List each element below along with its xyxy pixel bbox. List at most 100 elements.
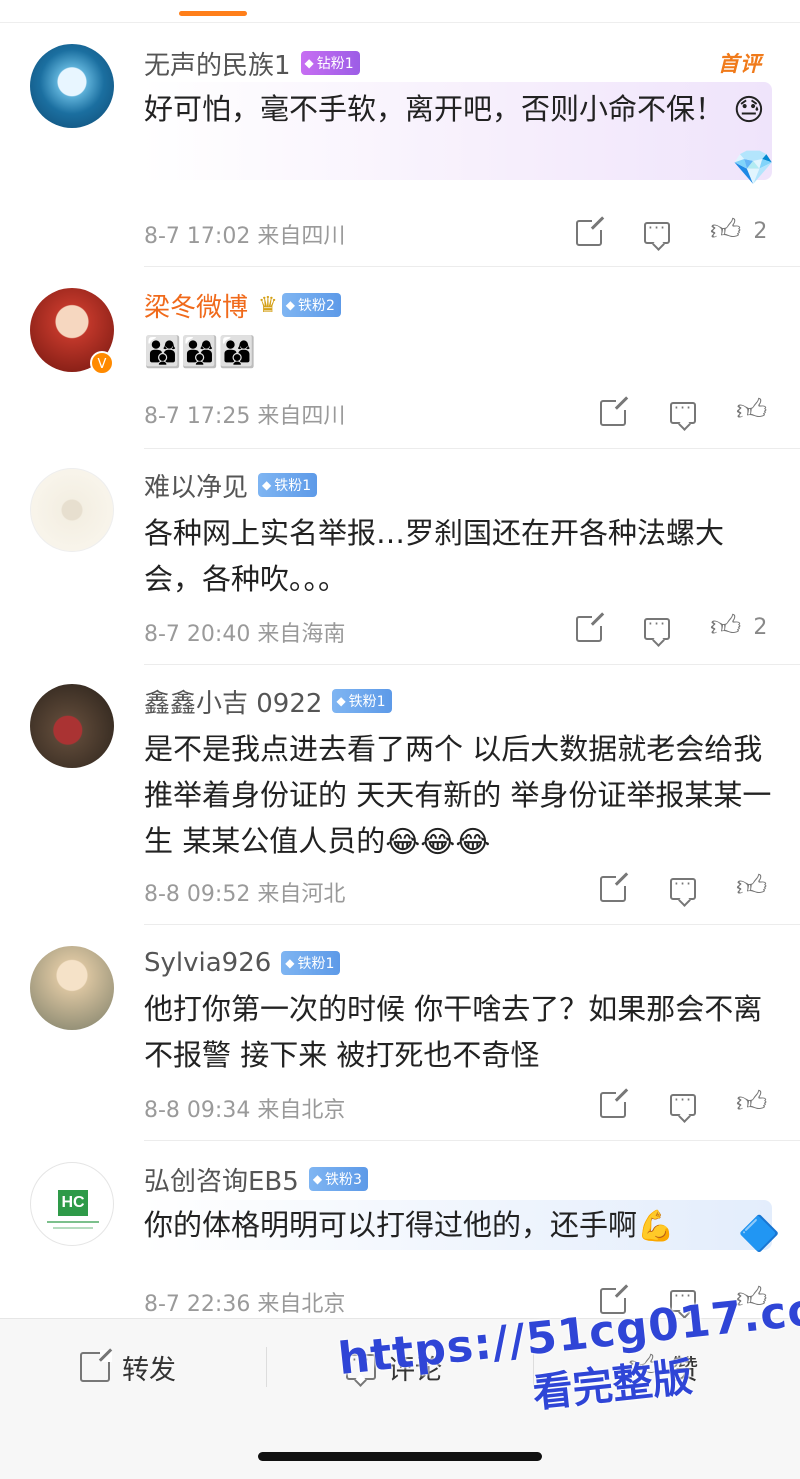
share-button[interactable]: [574, 614, 604, 644]
share-button[interactable]: [598, 1090, 628, 1120]
like-button[interactable]: 👍︎: [736, 394, 767, 428]
comment-text[interactable]: 你的体格明明可以打得过他的，还手啊💪: [144, 1202, 774, 1250]
comment-time: 8-7 17:25: [144, 404, 251, 429]
hc-logo-icon: HC: [58, 1190, 88, 1216]
reply-button[interactable]: [668, 1090, 698, 1120]
thumbs-up-icon: 👍︎: [710, 213, 742, 248]
user-name[interactable]: 难以净见: [144, 467, 248, 504]
reply-button[interactable]: [668, 398, 698, 428]
share-button[interactable]: [598, 398, 628, 428]
comment-location: 来自河北: [257, 882, 346, 907]
avatar[interactable]: HC: [30, 1162, 114, 1246]
share-button[interactable]: [574, 218, 604, 248]
comment-meta: 8-8 09:52 来自河北: [144, 876, 345, 908]
logo-line: [47, 1221, 99, 1223]
comment-location: 来自北京: [257, 1098, 346, 1123]
avatar[interactable]: [30, 468, 114, 552]
user-name[interactable]: Sylvia926: [144, 948, 271, 978]
divider: [144, 664, 800, 665]
fan-badge-label: 铁粉1: [348, 694, 386, 710]
fan-badge-label: 铁粉3: [325, 1172, 362, 1188]
like-count: 2: [753, 614, 768, 640]
avatar[interactable]: [30, 684, 114, 768]
comment-time: 8-7 20:40: [144, 622, 251, 647]
like-button[interactable]: 👍︎: [736, 1086, 767, 1120]
comment-body: 你的体格明明可以打得过他的，还手啊: [144, 1208, 638, 1242]
user-name[interactable]: 无声的民族1: [144, 45, 291, 82]
user-name[interactable]: 弘创咨询EB5: [144, 1161, 299, 1198]
comment-time: 8-7 22:36: [144, 1292, 251, 1317]
divider: [144, 266, 800, 267]
divider: [144, 448, 800, 449]
comment-text[interactable]: 👨‍👩‍👦👨‍👩‍👦👨‍👩‍👦: [144, 328, 774, 376]
comment-body: 各种网上实名举报…罗刹国还在开各种法螺大会，各种吹。。。: [144, 516, 725, 596]
like-button[interactable]: 👍︎ 2: [710, 214, 767, 248]
emoji: 👨‍👩‍👦👨‍👩‍👦👨‍👩‍👦: [144, 335, 257, 370]
comment-header: 梁冬微博 ♛ ◆ 铁粉2: [144, 287, 341, 324]
emoji: 😂😂😂: [385, 825, 491, 860]
thumbs-up-icon: 👍︎: [710, 609, 742, 644]
divider: [144, 924, 800, 925]
repost-button[interactable]: 转发: [80, 1347, 176, 1387]
comment-icon: [670, 874, 696, 900]
comment-location: 来自四川: [257, 404, 346, 429]
comment-item: 无声的民族1 ◆ 钻粉1 首评 好可怕，毫不手软，离开吧，否则小命不保！ 😓 💎 …: [0, 44, 800, 264]
comment-meta: 8-7 17:02 来自四川: [144, 218, 345, 250]
diamond-icon: ◆: [285, 298, 295, 312]
comment-location: 来自四川: [257, 224, 346, 249]
reply-button[interactable]: [642, 614, 672, 644]
diamond-deco-icon: 💎: [732, 148, 775, 188]
fan-badge[interactable]: ◆ 铁粉1: [281, 951, 341, 975]
fan-badge[interactable]: ◆ 铁粉3: [308, 1167, 368, 1191]
comment-time: 8-7 17:02: [144, 224, 251, 249]
repost-icon: [80, 1350, 112, 1382]
user-name[interactable]: 梁冬微博: [144, 287, 248, 324]
comment-item: Sylvia926 ◆ 铁粉1 他打你第一次的时候 你干啥去了？如果那会不离 不报…: [0, 946, 800, 1140]
diamond-icon: ◆: [262, 478, 272, 492]
comment-meta: 8-8 09:34 来自北京: [144, 1092, 345, 1124]
divider: [144, 1140, 800, 1141]
comment-body: 好可怕，毫不手软，离开吧，否则小命不保！: [144, 92, 725, 126]
fan-badge[interactable]: ◆ 铁粉1: [258, 473, 318, 497]
thumbs-up-icon: 👍︎: [736, 869, 768, 904]
comment-item: 鑫鑫小吉 0922 ◆ 铁粉1 是不是我点进去看了两个 以后大数据就老会给我推举着…: [0, 684, 800, 924]
comment-icon: [644, 218, 670, 244]
comment-time: 8-8 09:34: [144, 1098, 251, 1123]
comment-item: V 梁冬微博 ♛ ◆ 铁粉2 👨‍👩‍👦👨‍👩‍👦👨‍👩‍👦 8-7 17:25 …: [0, 288, 800, 448]
fan-badge[interactable]: ◆ 钻粉1: [300, 51, 360, 75]
like-button[interactable]: 👍︎: [736, 870, 767, 904]
fan-badge-label: 钻粉1: [316, 56, 354, 72]
blue-diamond-deco-icon: 🔷: [738, 1214, 781, 1254]
comment-text[interactable]: 好可怕，毫不手软，离开吧，否则小命不保！ 😓: [144, 86, 774, 134]
fan-badge[interactable]: ◆ 铁粉1: [332, 689, 392, 713]
comment-icon: [644, 614, 670, 640]
comment-location: 来自北京: [257, 1292, 346, 1317]
like-count: 2: [753, 218, 768, 244]
diamond-icon: ◆: [336, 694, 346, 708]
comment-location: 来自海南: [257, 622, 346, 647]
comment-meta: 8-7 22:36 来自北京: [144, 1286, 345, 1318]
comment-icon: [670, 1090, 696, 1116]
divider: [266, 1347, 267, 1387]
comment-text[interactable]: 各种网上实名举报…罗刹国还在开各种法螺大会，各种吹。。。: [144, 510, 774, 602]
comment-item: HC 弘创咨询EB5 ◆ 铁粉3 你的体格明明可以打得过他的，还手啊💪 🔷 8-7…: [0, 1161, 800, 1317]
avatar[interactable]: [30, 946, 114, 1030]
repost-label: 转发: [122, 1354, 176, 1386]
reply-button[interactable]: [668, 874, 698, 904]
comment-text[interactable]: 是不是我点进去看了两个 以后大数据就老会给我推举着身份证的 天天有新的 举身份证…: [144, 726, 784, 866]
comment-text[interactable]: 他打你第一次的时候 你干啥去了？如果那会不离 不报警 接下来 被打死也不奇怪: [144, 986, 774, 1078]
fan-badge[interactable]: ◆ 铁粉2: [281, 293, 341, 317]
fan-badge-label: 铁粉2: [297, 298, 335, 314]
home-indicator[interactable]: [258, 1452, 542, 1461]
active-tab-indicator: [179, 11, 247, 16]
logo-line: [53, 1227, 93, 1229]
thumbs-up-icon: 👍︎: [736, 393, 768, 428]
user-name[interactable]: 鑫鑫小吉 0922: [144, 683, 322, 720]
diamond-icon: ◆: [304, 56, 314, 70]
avatar[interactable]: [30, 44, 114, 128]
share-button[interactable]: [598, 874, 628, 904]
like-button[interactable]: 👍︎ 2: [710, 610, 767, 644]
verified-icon: V: [90, 351, 114, 375]
reply-button[interactable]: [642, 218, 672, 248]
share-icon: [576, 218, 604, 246]
